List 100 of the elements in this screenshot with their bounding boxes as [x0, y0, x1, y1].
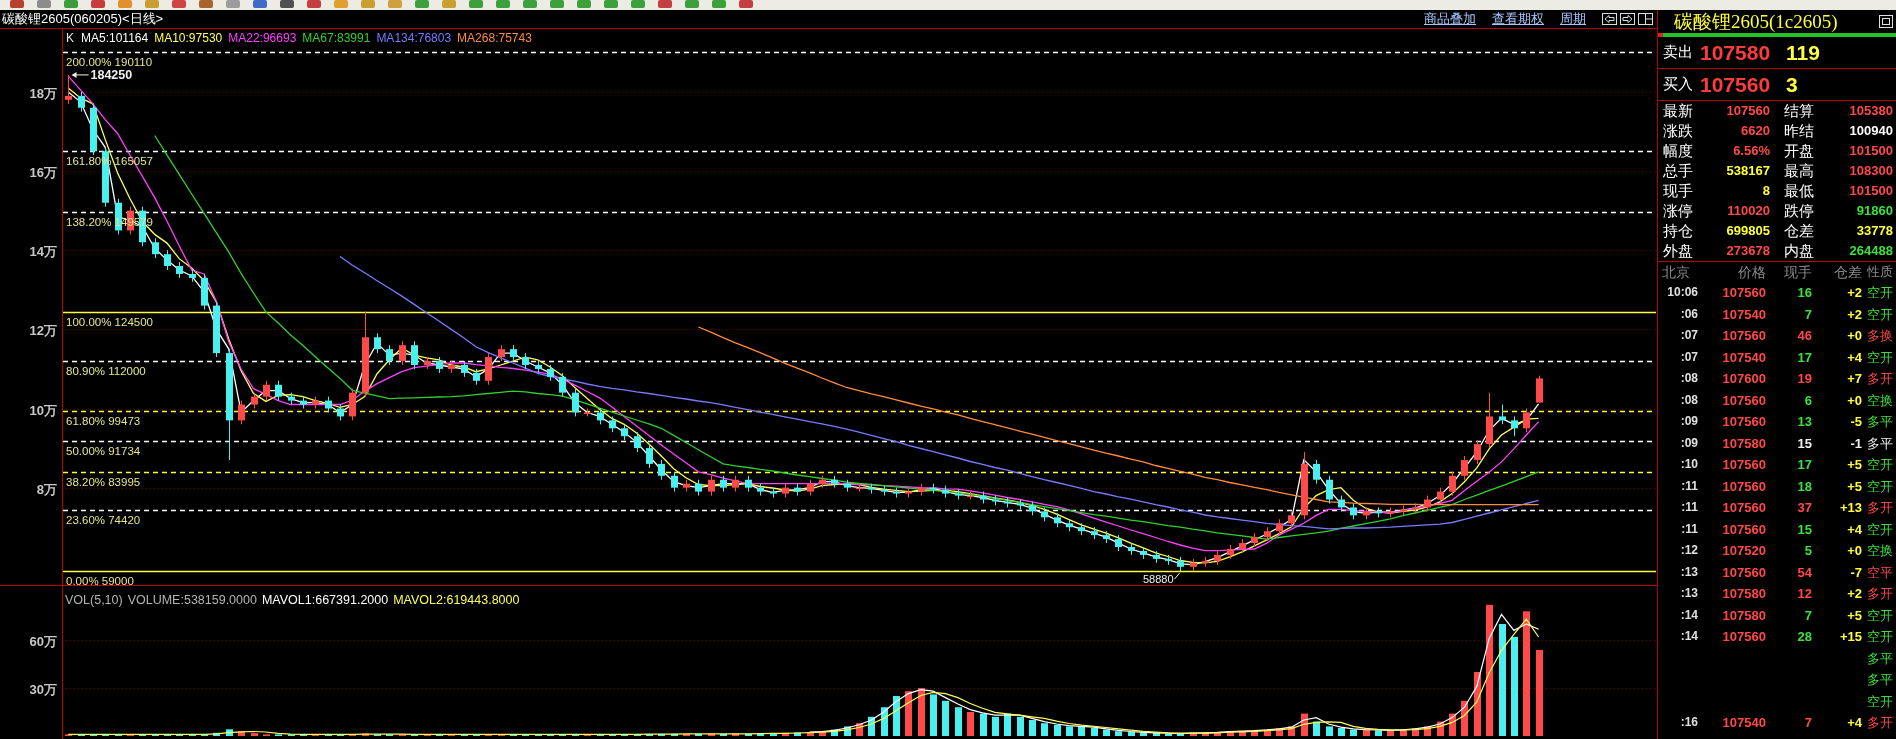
column-header: 价格: [1737, 263, 1766, 282]
stat-value: 8: [1761, 182, 1770, 200]
position-change: -1: [1849, 434, 1862, 453]
y-axis-label: 8万: [36, 481, 57, 497]
tick-time: :09: [1679, 434, 1698, 452]
tick-volume: 28: [1796, 628, 1812, 646]
bid-volume: 3: [1786, 71, 1798, 98]
y-axis-label: 18万: [29, 85, 57, 101]
fibonacci-level-label: 138.20% 149579: [66, 215, 153, 228]
stat-value: 101500: [1848, 182, 1893, 200]
tick-price: 107560: [1721, 499, 1766, 517]
tick-time: :13: [1679, 563, 1698, 581]
stat-value: 91860: [1855, 202, 1893, 220]
stat-label: 涨跌: [1663, 121, 1694, 141]
trade-type: 空开: [1866, 520, 1894, 539]
stat-value: 6620: [1740, 122, 1770, 140]
trade-type: 多开: [1866, 499, 1894, 517]
tick-price: 107540: [1721, 305, 1766, 324]
bid-label: 买入: [1663, 74, 1694, 95]
tick-time: :12: [1679, 542, 1698, 559]
tick-volume: 7: [1803, 305, 1812, 324]
tick-time: :13: [1679, 585, 1698, 602]
fibonacci-level-label: 50.00% 91734: [66, 444, 141, 457]
tick-volume: 15: [1796, 520, 1812, 539]
tick-volume: 15: [1796, 434, 1812, 453]
y-axis-label: 60万: [29, 633, 57, 649]
position-change: +5: [1846, 606, 1862, 625]
tick-price: 107560: [1721, 520, 1766, 539]
trade-type: 多开: [1866, 714, 1894, 732]
position-change: +4: [1846, 520, 1862, 539]
tick-price: 107560: [1721, 284, 1766, 302]
stat-label: 最新: [1663, 101, 1694, 121]
indicator-label: K: [66, 31, 74, 45]
stat-label: 内盘: [1783, 241, 1815, 261]
fibonacci-level-label: 80.90% 112000: [66, 364, 146, 377]
tick-price: 107560: [1721, 391, 1766, 410]
tick-price: 107540: [1721, 714, 1766, 732]
tick-time: :14: [1679, 628, 1698, 645]
position-change: +5: [1846, 477, 1862, 496]
position-change: +4: [1846, 714, 1862, 732]
stat-value: 6.56%: [1732, 142, 1770, 160]
tick-price: 107560: [1721, 327, 1766, 345]
trade-type: 空开: [1866, 477, 1894, 496]
trade-type: 多开: [1866, 370, 1894, 388]
column-header: 性质: [1866, 263, 1894, 281]
tick-time: :08: [1679, 370, 1698, 387]
indicator-label: VOL(5,10): [65, 593, 123, 607]
stat-label: 现手: [1663, 181, 1694, 201]
stat-label: 涨停: [1663, 201, 1694, 221]
stat-value: 273678: [1725, 242, 1770, 260]
position-change: +2: [1846, 585, 1862, 603]
fibonacci-level-label: 61.80% 99473: [66, 414, 141, 427]
stat-label: 最低: [1783, 181, 1815, 201]
tick-volume: 17: [1796, 348, 1812, 367]
trade-type: 空开: [1866, 348, 1894, 367]
stat-label: 结算: [1783, 101, 1815, 121]
tick-volume: 7: [1803, 606, 1812, 625]
position-change: +0: [1846, 542, 1862, 560]
position-change: +0: [1846, 391, 1862, 410]
tick-time: :06: [1679, 305, 1698, 323]
position-change: +7: [1846, 370, 1862, 388]
indicator-label: MA22:96693: [228, 31, 297, 45]
tick-price: 107560: [1721, 477, 1766, 496]
column-header: 仓差: [1833, 263, 1862, 282]
stat-label: 持仓: [1663, 221, 1694, 241]
tick-volume: 13: [1796, 413, 1812, 431]
indicator-label: MA134:76803: [376, 31, 452, 45]
tick-time: :16: [1679, 714, 1698, 731]
stat-label: 幅度: [1663, 141, 1694, 161]
position-change: +5: [1846, 456, 1862, 474]
position-change: +2: [1846, 284, 1862, 302]
tick-volume: 17: [1796, 456, 1812, 474]
tick-time: :14: [1679, 606, 1698, 624]
tick-price: 107600: [1721, 370, 1766, 388]
trade-type: 多平: [1866, 434, 1894, 453]
fibonacci-level-label: 0.00% 59000: [66, 574, 134, 585]
chart-title: 碳酸锂2605(060205)<日线>: [2, 10, 164, 28]
tick-time: :08: [1679, 391, 1698, 409]
tick-volume: 54: [1796, 563, 1812, 582]
indicator-label: MA5:101164: [81, 31, 149, 45]
tick-price: 107540: [1721, 348, 1766, 367]
trade-type: 多开: [1866, 585, 1894, 603]
price-label: 184250: [90, 68, 133, 83]
stat-value: 538167: [1725, 162, 1770, 180]
trade-type: 空开: [1866, 284, 1894, 302]
contract-title: 碳酸锂2605(1c2605): [1674, 10, 1838, 33]
indicator-label: MA67:83991: [302, 31, 371, 45]
indicator-label: MA268:75743: [457, 31, 532, 45]
indicator-label: MA10:97530: [154, 31, 223, 45]
stat-label: 跌停: [1783, 201, 1815, 221]
tick-volume: 7: [1803, 714, 1812, 732]
trade-type: 空换: [1866, 391, 1894, 410]
tick-time: :11: [1680, 520, 1698, 538]
position-change: -5: [1849, 413, 1862, 431]
stat-value: 699805: [1725, 222, 1770, 240]
tick-volume: 5: [1803, 542, 1812, 560]
column-header: 北京: [1661, 263, 1691, 282]
ask-price: 107580: [1700, 39, 1772, 66]
stat-value: 108300: [1848, 162, 1893, 180]
stat-value: 105380: [1848, 102, 1893, 120]
